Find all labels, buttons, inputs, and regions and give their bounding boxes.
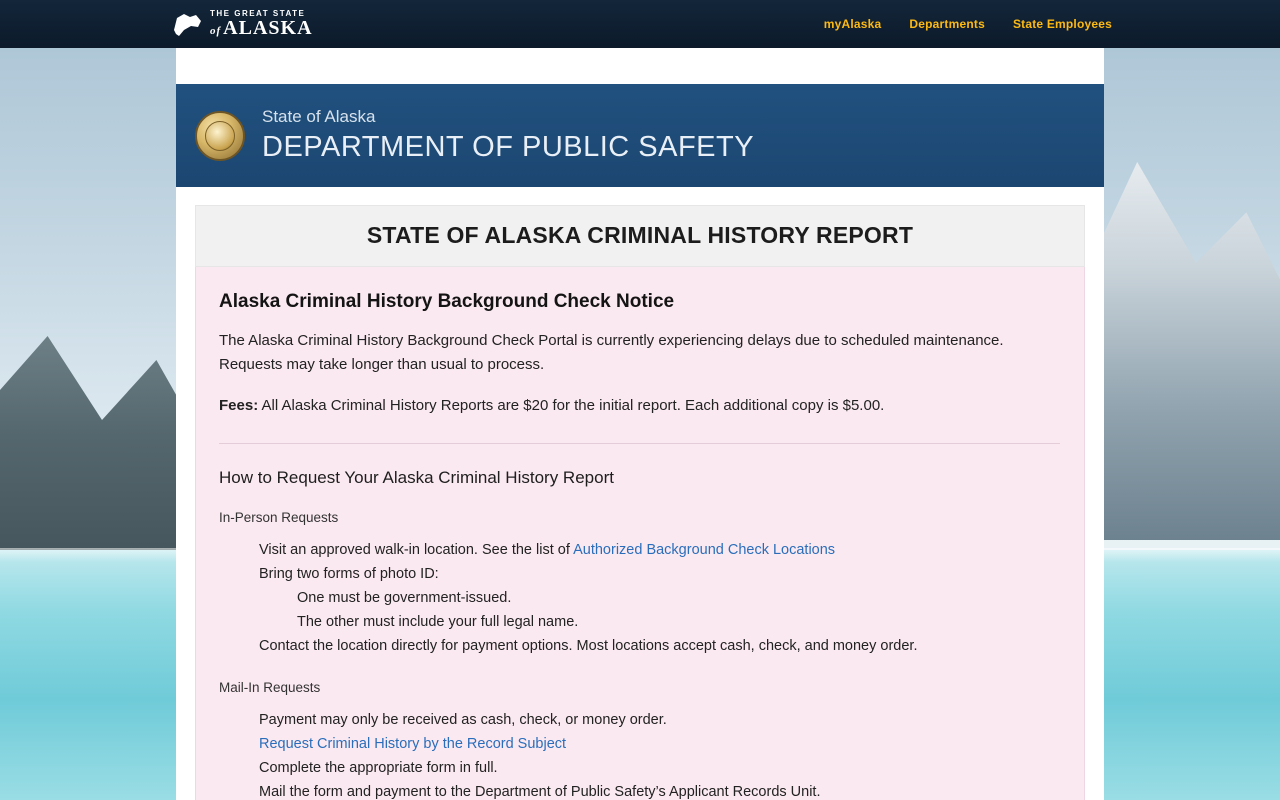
list-item: One must be government-issued. bbox=[297, 590, 512, 606]
page-title-band: STATE OF ALASKA CRIMINAL HISTORY REPORT bbox=[195, 205, 1085, 267]
department-header-text: State of Alaska DEPARTMENT OF PUBLIC SAF… bbox=[262, 107, 754, 164]
list-item: Payment may only be received as cash, ch… bbox=[259, 712, 667, 728]
list-item: Request Criminal History by the Record S… bbox=[219, 732, 1060, 756]
alaska-map-icon bbox=[170, 9, 204, 39]
list-item: Contact the location directly for paymen… bbox=[259, 638, 918, 654]
fees-text: All Alaska Criminal History Reports are … bbox=[258, 397, 885, 414]
authorized-locations-link[interactable]: Authorized Background Check Locations bbox=[573, 542, 835, 558]
nav-link-departments[interactable]: Departments bbox=[909, 17, 985, 31]
alaska-state-logo[interactable]: THE GREAT STATE of ALASKA bbox=[170, 9, 313, 39]
in-person-list: Visit an approved walk-in location. See … bbox=[219, 538, 1060, 658]
list-item: Mail the form and payment to the Departm… bbox=[259, 784, 821, 800]
mail-in-list: Payment may only be received as cash, ch… bbox=[219, 708, 1060, 800]
list-item: Visit an approved walk-in location. See … bbox=[219, 538, 1060, 562]
list-item: The other must include your full legal n… bbox=[297, 614, 579, 630]
logo-text: THE GREAT STATE of ALASKA bbox=[210, 10, 313, 39]
department-header-banner: State of Alaska DEPARTMENT OF PUBLIC SAF… bbox=[176, 84, 1104, 187]
fees-label: Fees: bbox=[219, 397, 259, 414]
list-item-text: Visit an approved walk-in location. See … bbox=[259, 542, 574, 558]
top-navigation: myAlaska Departments State Employees bbox=[824, 17, 1112, 31]
howto-heading: How to Request Your Alaska Criminal Hist… bbox=[219, 468, 614, 487]
mail-in-heading: Mail-In Requests bbox=[219, 680, 321, 695]
section-divider bbox=[219, 443, 1060, 444]
mail-in-block: Mail-In Requests Payment may only be rec… bbox=[219, 680, 1060, 800]
agency-name-small: State of Alaska bbox=[262, 107, 376, 126]
nav-link-state-employees[interactable]: State Employees bbox=[1013, 17, 1112, 31]
notice-section: Alaska Criminal History Background Check… bbox=[195, 267, 1085, 800]
state-seal-icon bbox=[195, 110, 245, 161]
state-top-bar: THE GREAT STATE of ALASKA myAlaska Depart… bbox=[0, 0, 1280, 48]
page-title: STATE OF ALASKA CRIMINAL HISTORY REPORT bbox=[366, 222, 914, 248]
notice-paragraph: The Alaska Criminal History Background C… bbox=[219, 332, 1004, 373]
nav-link-myalaska[interactable]: myAlaska bbox=[824, 17, 882, 31]
agency-name-large: DEPARTMENT OF PUBLIC SAFETY bbox=[262, 131, 755, 163]
notice-heading: Alaska Criminal History Background Check… bbox=[219, 291, 675, 312]
logo-line2: of ALASKA bbox=[210, 17, 313, 39]
record-subject-request-link[interactable]: Request Criminal History by the Record S… bbox=[259, 736, 566, 752]
fees-line: Fees: All Alaska Criminal History Report… bbox=[219, 394, 1060, 418]
main-content-column: State of Alaska DEPARTMENT OF PUBLIC SAF… bbox=[176, 48, 1104, 800]
list-item: Complete the appropriate form in full. bbox=[259, 760, 498, 776]
in-person-heading: In-Person Requests bbox=[219, 510, 339, 525]
list-item: Bring two forms of photo ID: bbox=[259, 566, 439, 582]
